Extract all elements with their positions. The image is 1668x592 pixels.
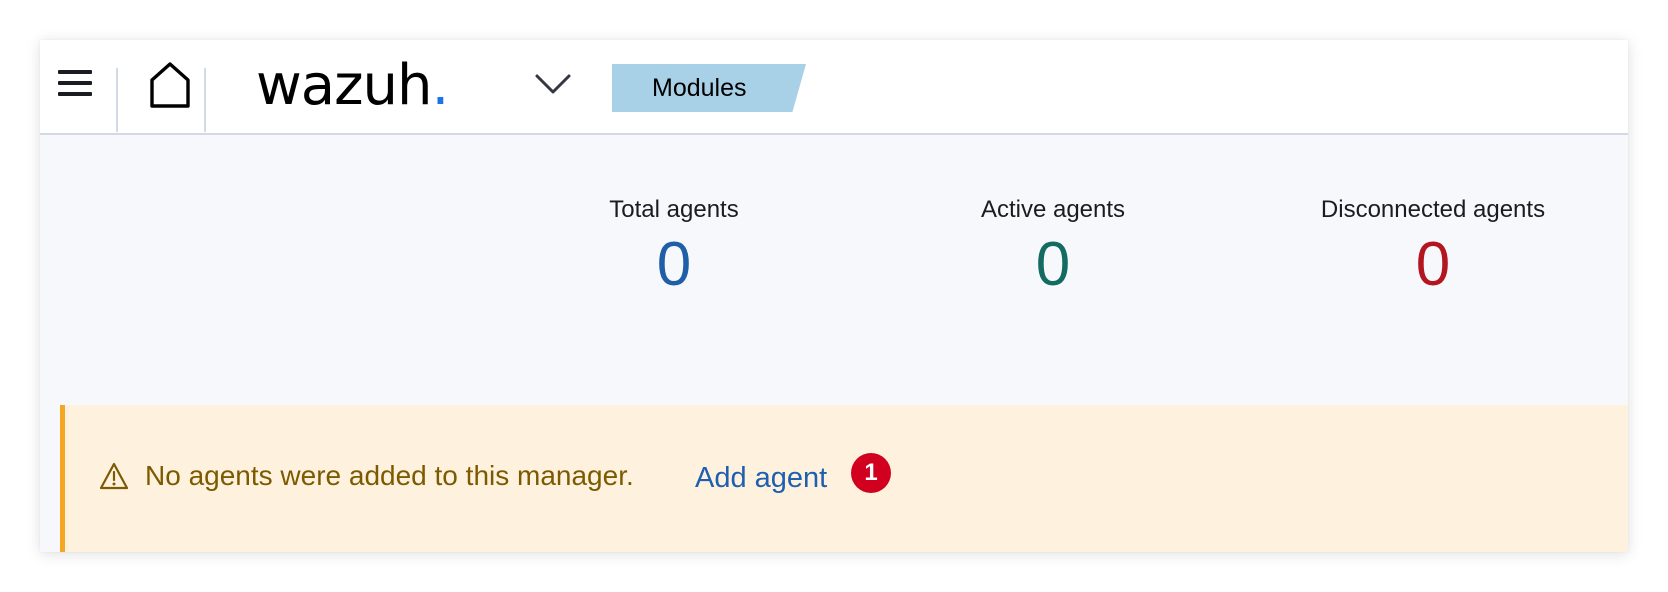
no-agents-callout: No agents were added to this manager. Ad… [60, 405, 1628, 552]
stat-disconnected-agents: Disconnected agents 0 [1321, 195, 1545, 301]
callout-message: No agents were added to this manager. [145, 460, 634, 491]
breadcrumb-label: Modules [652, 74, 747, 102]
stat-total-agents: Total agents 0 [609, 195, 738, 301]
stat-active-agents: Active agents 0 [981, 195, 1125, 301]
home-icon[interactable] [146, 60, 194, 110]
menu-icon[interactable] [58, 70, 92, 96]
nav-divider [116, 68, 118, 132]
notification-badge: 1 [851, 453, 891, 493]
nav-divider [204, 68, 206, 132]
warning-icon [99, 461, 129, 491]
top-nav-bar: wazuh. Modules [40, 40, 1628, 135]
chevron-down-icon[interactable] [534, 70, 572, 98]
stat-value[interactable]: 0 [609, 229, 738, 301]
stat-label: Disconnected agents [1320, 196, 1546, 223]
stat-value[interactable]: 0 [1321, 229, 1545, 301]
stat-value[interactable]: 0 [981, 229, 1125, 301]
logo-dot: . [431, 53, 450, 118]
stat-label: Total agents [609, 196, 739, 223]
wazuh-logo[interactable]: wazuh. [256, 46, 450, 126]
logo-text: wazuh [256, 53, 432, 118]
app-window: wazuh. Modules Total agents 0 Active age… [40, 40, 1628, 552]
breadcrumb-modules[interactable]: Modules [612, 64, 806, 112]
add-agent-link[interactable]: Add agent [695, 459, 827, 497]
stat-label: Active agents [980, 196, 1126, 223]
